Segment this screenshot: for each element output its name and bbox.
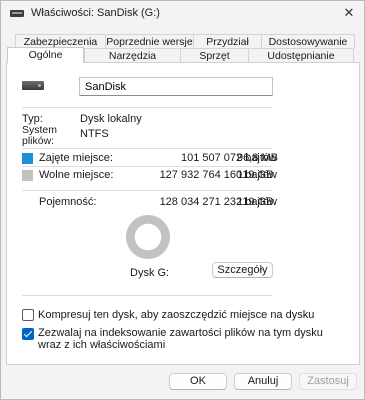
capacity-label: Pojemność: (39, 196, 97, 208)
tab-przydzial[interactable]: Przydział (193, 34, 261, 48)
used-space-swatch (22, 153, 33, 164)
tab-ogolne[interactable]: Ogólne (7, 47, 84, 63)
title-bar: Właściwości: SanDisk (G:) ✕ (1, 1, 364, 26)
separator (22, 148, 272, 149)
disk-usage-donut (126, 215, 170, 259)
close-button[interactable]: ✕ (338, 3, 360, 23)
compress-checkbox[interactable] (22, 309, 34, 321)
details-button[interactable]: Szczegóły (212, 262, 273, 278)
used-space-human: 96,8 MB (237, 152, 278, 164)
filesystem-label-line2: plików: (22, 135, 55, 147)
separator (22, 166, 272, 167)
separator (22, 295, 272, 296)
free-space-swatch (22, 170, 33, 181)
drive-title-icon (10, 10, 24, 17)
drive-icon (22, 81, 44, 90)
index-label-line2: wraz z ich właściwościami (38, 339, 166, 351)
free-space-human: 119 GB (237, 169, 274, 181)
disk-label: Dysk G: (130, 267, 170, 279)
capacity-human: 119 GB (237, 196, 274, 208)
tab-zabezpieczenia[interactable]: Zabezpieczenia (15, 34, 105, 48)
apply-button[interactable]: Zastosuj (299, 373, 357, 390)
drive-name-input[interactable] (79, 77, 273, 96)
ok-button[interactable]: OK (169, 373, 227, 390)
close-icon: ✕ (343, 5, 355, 20)
separator (22, 190, 272, 191)
index-label-line1: Zezwalaj na indeksowanie zawartości plik… (38, 327, 323, 339)
free-space-label: Wolne miejsce: (39, 169, 114, 181)
separator (22, 107, 272, 108)
properties-window: Właściwości: SanDisk (G:) ✕ Zabezpieczen… (0, 0, 365, 400)
used-space-label: Zajęte miejsce: (39, 152, 113, 164)
cancel-button[interactable]: Anuluj (234, 373, 292, 390)
tab-dostosowywanie[interactable]: Dostosowywanie (261, 34, 355, 48)
type-value: Dysk lokalny (80, 113, 142, 125)
tab-poprzednie-wersje[interactable]: Poprzednie wersje (105, 34, 193, 48)
filesystem-value: NTFS (80, 128, 109, 140)
compress-label: Kompresuj ten dysk, aby zaoszczędzić mie… (38, 309, 315, 321)
window-title: Właściwości: SanDisk (G:) (31, 7, 160, 19)
tab-sprzet[interactable]: Sprzęt (180, 48, 248, 62)
tab-narzedzia[interactable]: Narzędzia (84, 48, 180, 62)
index-checkbox[interactable] (22, 328, 34, 340)
tab-udostepnianie[interactable]: Udostępnianie (248, 48, 354, 62)
